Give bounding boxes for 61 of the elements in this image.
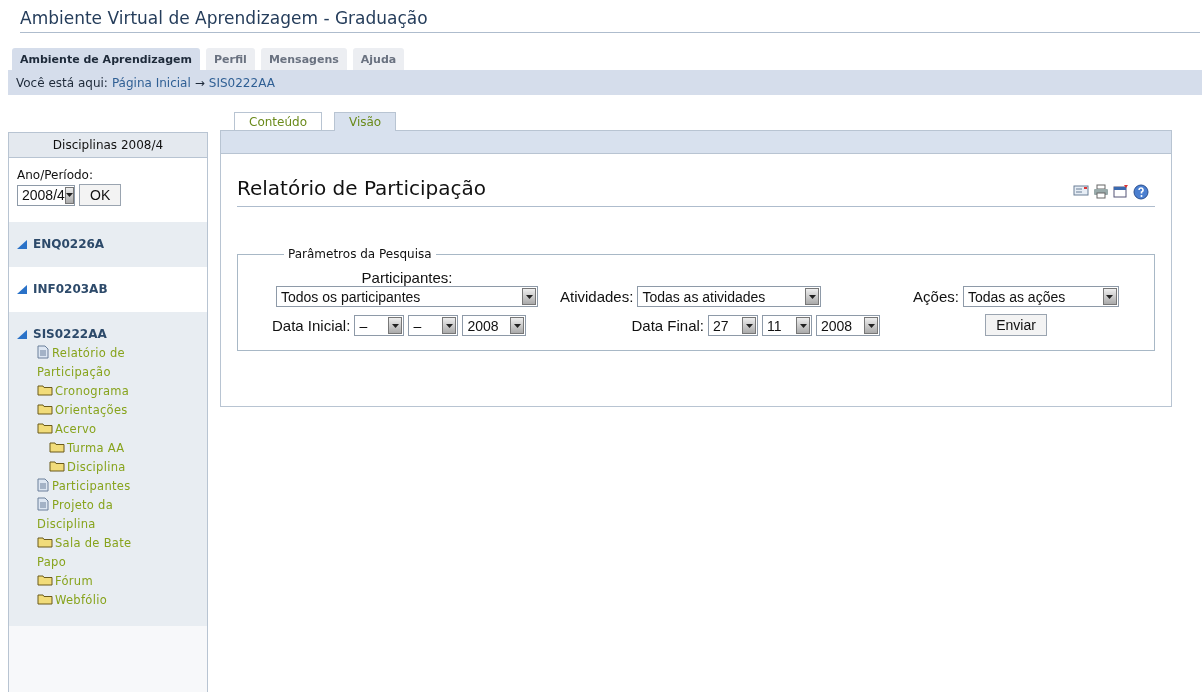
activities-label: Atividades:	[560, 288, 634, 305]
actions-select[interactable]: Todas as ações	[962, 286, 1119, 307]
caret-icon	[799, 323, 807, 328]
caret-icon	[808, 294, 816, 299]
email-icon[interactable]	[1073, 184, 1089, 196]
period-label: Ano/Período:	[17, 168, 94, 182]
content-tab[interactable]: Visão	[334, 112, 397, 131]
help-icon[interactable]	[1133, 184, 1149, 200]
caret-icon	[867, 323, 875, 328]
folder-icon	[49, 460, 65, 472]
date-label: Data Inicial:	[272, 317, 351, 334]
caret-icon	[525, 294, 533, 299]
actions-label: Ações:	[913, 288, 959, 305]
folder-icon	[37, 593, 53, 605]
participants-select[interactable]: Todos os participantes	[276, 286, 538, 307]
year-select[interactable]: 2008	[462, 315, 527, 336]
month-select[interactable]: 11	[762, 315, 812, 336]
report-title: Relatório de Participação	[237, 176, 486, 200]
folder-icon	[37, 574, 53, 586]
content-tab[interactable]: Conteúdo	[234, 112, 322, 130]
day-select[interactable]: 27	[708, 315, 758, 336]
document-icon	[37, 345, 49, 359]
caret-icon	[445, 323, 453, 328]
group-legend: Parâmetros da Pesquisa	[284, 247, 436, 261]
course-link[interactable]: SIS0222AA	[17, 327, 199, 341]
breadcrumb-link[interactable]: Página Inicial	[111, 75, 191, 90]
caret-icon	[1106, 294, 1114, 299]
nav-tab[interactable]: Ajuda	[352, 48, 405, 70]
sidebar-title: Disciplinas 2008/4	[9, 133, 207, 158]
page-title: Ambiente Virtual de Aprendizagem - Graduação	[20, 8, 1200, 33]
folder-icon	[49, 441, 65, 453]
caret-icon	[745, 323, 753, 328]
triangle-icon	[17, 239, 27, 249]
day-select[interactable]: –	[354, 315, 405, 336]
caret-icon	[513, 323, 521, 328]
document-icon	[37, 478, 49, 492]
nav-tab[interactable]: Ambiente de Aprendizagem	[12, 48, 200, 70]
year-select[interactable]: 2008	[816, 315, 880, 336]
participants-label: Participantes:	[361, 269, 453, 286]
folder-icon	[37, 384, 53, 396]
date-label: Data Final:	[631, 317, 704, 334]
nav-tab[interactable]: Perfil	[206, 48, 255, 70]
folder-icon	[37, 403, 53, 415]
breadcrumb-label: Você está aqui:	[16, 75, 108, 90]
triangle-icon	[17, 329, 27, 339]
nav-tab[interactable]: Mensagens	[260, 48, 347, 70]
month-select[interactable]: –	[408, 315, 459, 336]
document-icon	[37, 497, 49, 511]
folder-icon	[37, 422, 53, 434]
breadcrumb-link[interactable]: SIS0222AA	[208, 75, 275, 90]
folder-icon	[37, 536, 53, 548]
submit-button[interactable]: Enviar	[985, 314, 1047, 336]
caret-icon	[391, 323, 399, 328]
activities-select[interactable]: Todas as atividades	[637, 286, 822, 307]
triangle-icon	[17, 284, 27, 294]
breadcrumb-separator: →	[194, 75, 205, 90]
ok-button[interactable]: OK	[79, 184, 122, 206]
period-select[interactable]: 2008/4	[17, 184, 75, 206]
window-icon[interactable]	[1113, 184, 1129, 198]
caret-icon	[65, 193, 73, 197]
printer-icon[interactable]	[1093, 184, 1109, 199]
